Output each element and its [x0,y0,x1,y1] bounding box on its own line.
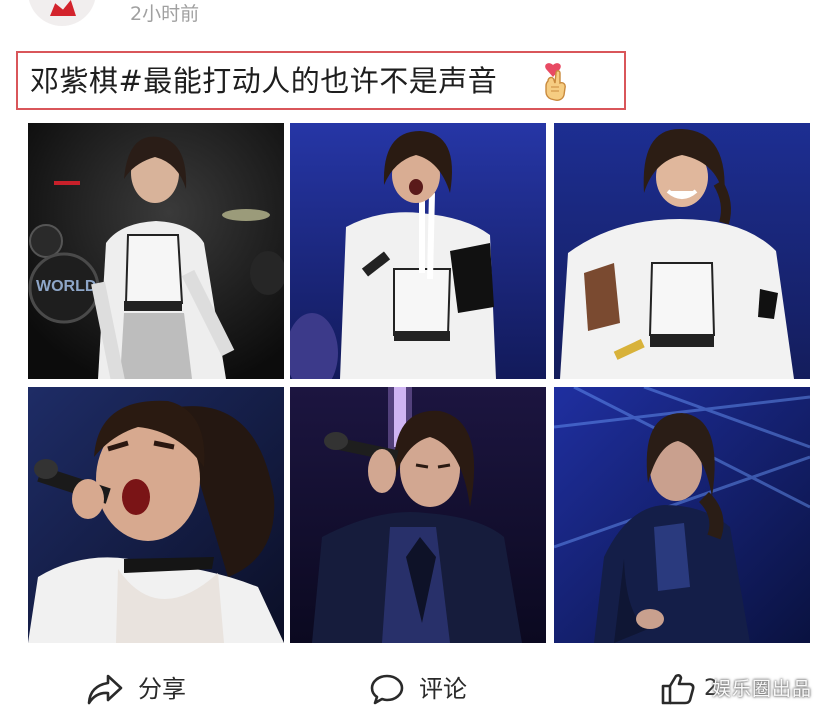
photo-3[interactable] [554,123,810,379]
post-text-highlight: 邓紫棋#最能打动人的也许不是声音 [16,51,626,110]
share-icon [87,674,123,705]
avatar[interactable] [28,0,96,26]
comment-icon [370,674,404,705]
thumbs-up-icon [661,674,695,705]
post-timestamp: 2小时前 [130,3,200,25]
share-button[interactable]: 分享 [86,664,186,714]
like-button[interactable]: 2 [660,664,718,714]
photo-2[interactable] [290,123,546,379]
photo-5[interactable] [290,387,546,643]
post-card: 2小时前 邓紫棋#最能打动人的也许不是声音 WORLD 分享 评论 2 娱乐圈出… [0,0,824,716]
share-label: 分享 [138,675,186,703]
svg-text:WORLD: WORLD [36,278,96,295]
post-text[interactable]: 邓紫棋#最能打动人的也许不是声音 [30,62,497,100]
watermark: 娱乐圈出品 [711,678,812,700]
finger-heart-icon [545,63,566,101]
action-bar: 分享 评论 2 [0,664,824,714]
photo-grid: WORLD [28,123,810,643]
photo-1[interactable]: WORLD [28,123,284,379]
photo-6[interactable] [554,387,810,643]
photo-4[interactable] [28,387,284,643]
comment-button[interactable]: 评论 [369,664,467,714]
avatar-logo [50,0,76,16]
comment-label: 评论 [419,675,467,703]
